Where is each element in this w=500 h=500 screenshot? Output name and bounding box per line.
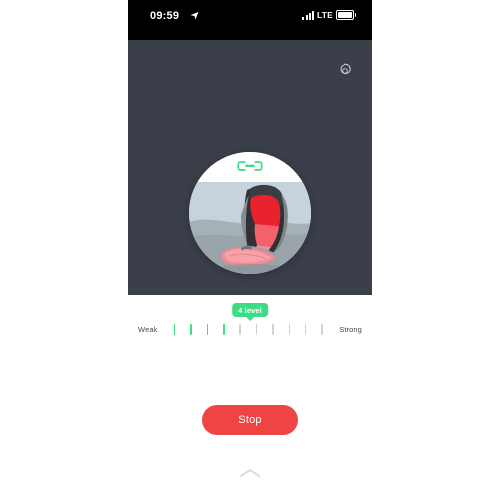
battery-full-icon (336, 10, 356, 20)
chevron-up-icon[interactable] (239, 467, 261, 479)
slider-tick-4[interactable] (223, 323, 225, 335)
hero-panel (128, 40, 372, 295)
intensity-slider[interactable]: Weak Strong (128, 321, 372, 337)
slider-strong-label: Strong (339, 324, 362, 334)
network-label: LTE (316, 10, 333, 20)
gear-icon[interactable] (336, 62, 354, 80)
chain-link-icon (237, 161, 263, 171)
car-seat-heating-illustration[interactable] (189, 152, 311, 274)
signal-bars-icon (302, 10, 314, 20)
seat-image (189, 182, 311, 274)
slider-tick-5[interactable] (239, 323, 241, 335)
slider-tick-2[interactable] (190, 323, 192, 335)
status-bar-time: 09:59 (150, 10, 180, 22)
location-arrow-icon (190, 11, 199, 20)
slider-ticks[interactable] (166, 323, 330, 335)
slider-tick-10[interactable] (321, 323, 323, 335)
screenshot-canvas: 09:59 LTE 4 level Weak Strong Stop (0, 0, 500, 500)
slider-tick-6[interactable] (255, 323, 258, 335)
intensity-slider-section: 4 level Weak Strong (128, 295, 372, 387)
stop-button[interactable]: Stop (202, 405, 298, 435)
action-section: Stop (128, 387, 372, 459)
slider-tick-9[interactable] (304, 323, 307, 335)
seat-svg (189, 182, 311, 274)
phone-screen: 09:59 LTE 4 level Weak Strong Stop (128, 0, 372, 500)
level-badge: 4 level (232, 303, 268, 317)
slider-tick-7[interactable] (272, 323, 274, 335)
slider-tick-8[interactable] (288, 323, 291, 335)
slider-tick-3[interactable] (206, 323, 209, 335)
drawer-handle-zone[interactable] (128, 459, 372, 500)
slider-weak-label: Weak (138, 324, 158, 334)
slider-tick-1[interactable] (173, 323, 176, 335)
status-bar-indicators: LTE (302, 10, 356, 20)
status-bar: 09:59 LTE (128, 0, 372, 40)
seat-circle (189, 152, 311, 274)
